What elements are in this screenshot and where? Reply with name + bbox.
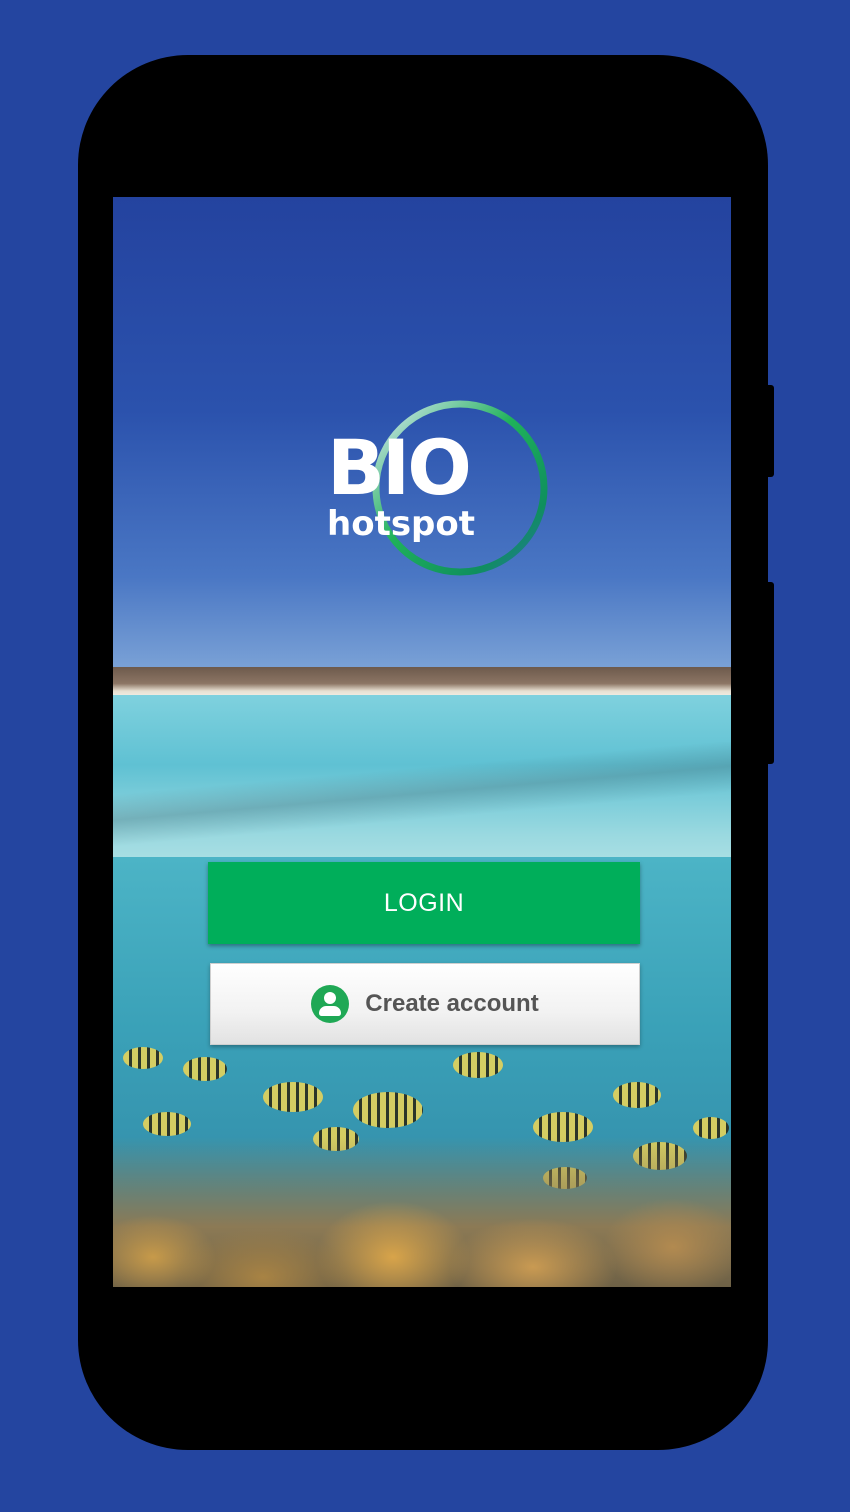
fish (183, 1057, 227, 1081)
login-button[interactable]: LOGIN (208, 862, 640, 944)
logo-hotspot-text: hotspot (327, 504, 476, 544)
biohotspot-logo: BIO hotspot (327, 400, 567, 590)
coral-reef (113, 1137, 731, 1287)
account-circle-icon (311, 985, 350, 1023)
fish (143, 1112, 191, 1136)
fish (263, 1082, 323, 1112)
fish (693, 1117, 729, 1139)
create-account-label: Create account (365, 990, 539, 1017)
logo-bio-text: BIO (327, 423, 472, 512)
app-screen: BIO hotspot LOGIN Create account (113, 197, 731, 1287)
fish (453, 1052, 503, 1078)
create-account-button[interactable]: Create account (210, 963, 640, 1045)
fish (353, 1092, 423, 1128)
water-line (113, 742, 731, 862)
coastline (113, 667, 731, 697)
fish (613, 1082, 661, 1108)
fish (123, 1047, 163, 1069)
